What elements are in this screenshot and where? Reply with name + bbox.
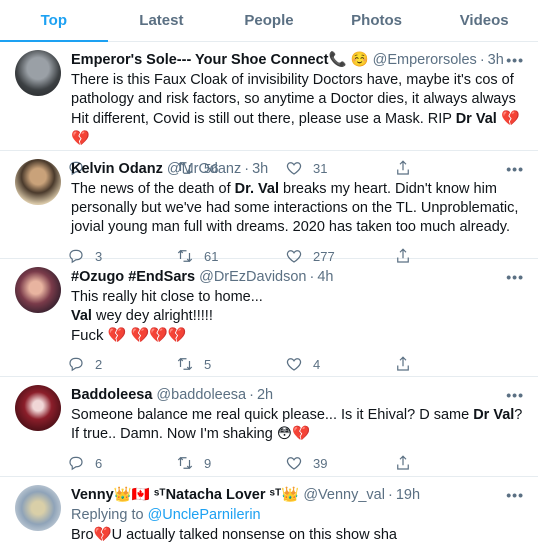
author-name[interactable]: #Ozugo #EndSars — [71, 267, 195, 287]
separator: · — [309, 269, 315, 285]
more-options-icon[interactable]: ••• — [506, 161, 524, 177]
retweet-button[interactable]: 9 — [176, 454, 285, 472]
retweet-icon — [177, 456, 193, 470]
timestamp[interactable]: 4h — [317, 267, 333, 287]
like-button[interactable]: 39 — [285, 454, 394, 472]
like-count: 4 — [313, 356, 321, 372]
more-options-icon[interactable]: ••• — [506, 269, 524, 285]
avatar[interactable] — [15, 159, 61, 205]
tab-latest[interactable]: Latest — [108, 0, 216, 41]
more-options-icon[interactable]: ••• — [506, 487, 524, 503]
tweet[interactable]: Emperor's Sole--- Your Shoe Connect📞 ☺️ … — [0, 42, 538, 176]
tweet-text: Someone balance me real quick please... … — [71, 407, 523, 442]
reply-icon — [69, 456, 83, 471]
share-button[interactable] — [394, 454, 503, 472]
tab-top[interactable]: Top — [0, 0, 108, 42]
search-tabs: Top Latest People Photos Videos — [0, 0, 538, 42]
replying-to: Replying to @UncleParnilerin — [71, 507, 261, 523]
author-name[interactable]: Emperor's Sole--- Your Shoe Connect📞 ☺️ — [71, 50, 369, 70]
like-count: 39 — [313, 455, 328, 471]
retweet-icon — [177, 357, 193, 371]
tweet-text: This really hit close to home... Val wey… — [71, 289, 263, 344]
more-options-icon[interactable]: ••• — [506, 387, 524, 403]
reply-count: 2 — [95, 356, 103, 372]
tab-videos[interactable]: Videos — [430, 0, 538, 41]
author-handle[interactable]: @baddoleesa — [156, 385, 246, 405]
author-handle[interactable]: @DrEzDavidson — [199, 267, 306, 287]
tab-photos[interactable]: Photos — [323, 0, 431, 41]
tweet[interactable]: Kelvin Odanz @MrOdanz · 3h The news of t… — [0, 151, 538, 264]
tweet-text: Bro💔U actually talked nonsense on this s… — [71, 527, 397, 543]
avatar[interactable] — [15, 50, 61, 96]
author-handle[interactable]: @Emperorsoles — [373, 50, 477, 70]
author-handle[interactable]: @Venny_val — [303, 485, 385, 505]
tweet[interactable]: Baddoleesa @baddoleesa · 2h Someone bala… — [0, 377, 538, 477]
timestamp[interactable]: 2h — [257, 385, 273, 405]
tweet[interactable]: #Ozugo #EndSars @DrEzDavidson · 4h This … — [0, 259, 538, 377]
heart-icon — [286, 457, 302, 470]
timestamp[interactable]: 19h — [396, 485, 420, 505]
separator: · — [479, 52, 485, 68]
heart-icon — [286, 358, 302, 371]
separator: · — [249, 387, 254, 403]
tweet-text: The news of the death of Dr. Val breaks … — [71, 181, 519, 235]
separator: · — [387, 487, 393, 503]
timestamp[interactable]: 3h — [252, 159, 268, 179]
avatar[interactable] — [15, 267, 61, 313]
reply-button[interactable]: 2 — [67, 355, 176, 373]
retweet-button[interactable]: 5 — [176, 355, 285, 373]
tweet[interactable]: Venny👑🇨🇦 ˢᵀNatacha Lover ˢᵀ👑 @Venny_val … — [0, 477, 538, 550]
avatar[interactable] — [15, 485, 61, 531]
more-options-icon[interactable]: ••• — [506, 52, 524, 68]
share-icon — [397, 455, 409, 470]
retweet-count: 9 — [204, 455, 212, 471]
avatar[interactable] — [15, 385, 61, 431]
author-name[interactable]: Baddoleesa — [71, 385, 152, 405]
retweet-count: 5 — [204, 356, 212, 372]
reply-button[interactable]: 6 — [67, 454, 176, 472]
tab-people[interactable]: People — [215, 0, 323, 41]
like-button[interactable]: 4 — [285, 355, 394, 373]
author-name[interactable]: Venny👑🇨🇦 ˢᵀNatacha Lover ˢᵀ👑 — [71, 485, 299, 505]
share-button[interactable] — [394, 355, 503, 373]
share-icon — [397, 356, 409, 371]
separator: · — [244, 161, 250, 177]
timestamp[interactable]: 3h — [488, 50, 504, 70]
author-name[interactable]: Kelvin Odanz — [71, 159, 163, 179]
author-handle[interactable]: @MrOdanz — [167, 159, 241, 179]
reply-icon — [69, 357, 83, 372]
replying-to-link[interactable]: @UncleParnilerin — [148, 507, 261, 523]
reply-count: 6 — [95, 455, 103, 471]
tweet-text: There is this Faux Cloak of invisibility… — [71, 72, 520, 147]
